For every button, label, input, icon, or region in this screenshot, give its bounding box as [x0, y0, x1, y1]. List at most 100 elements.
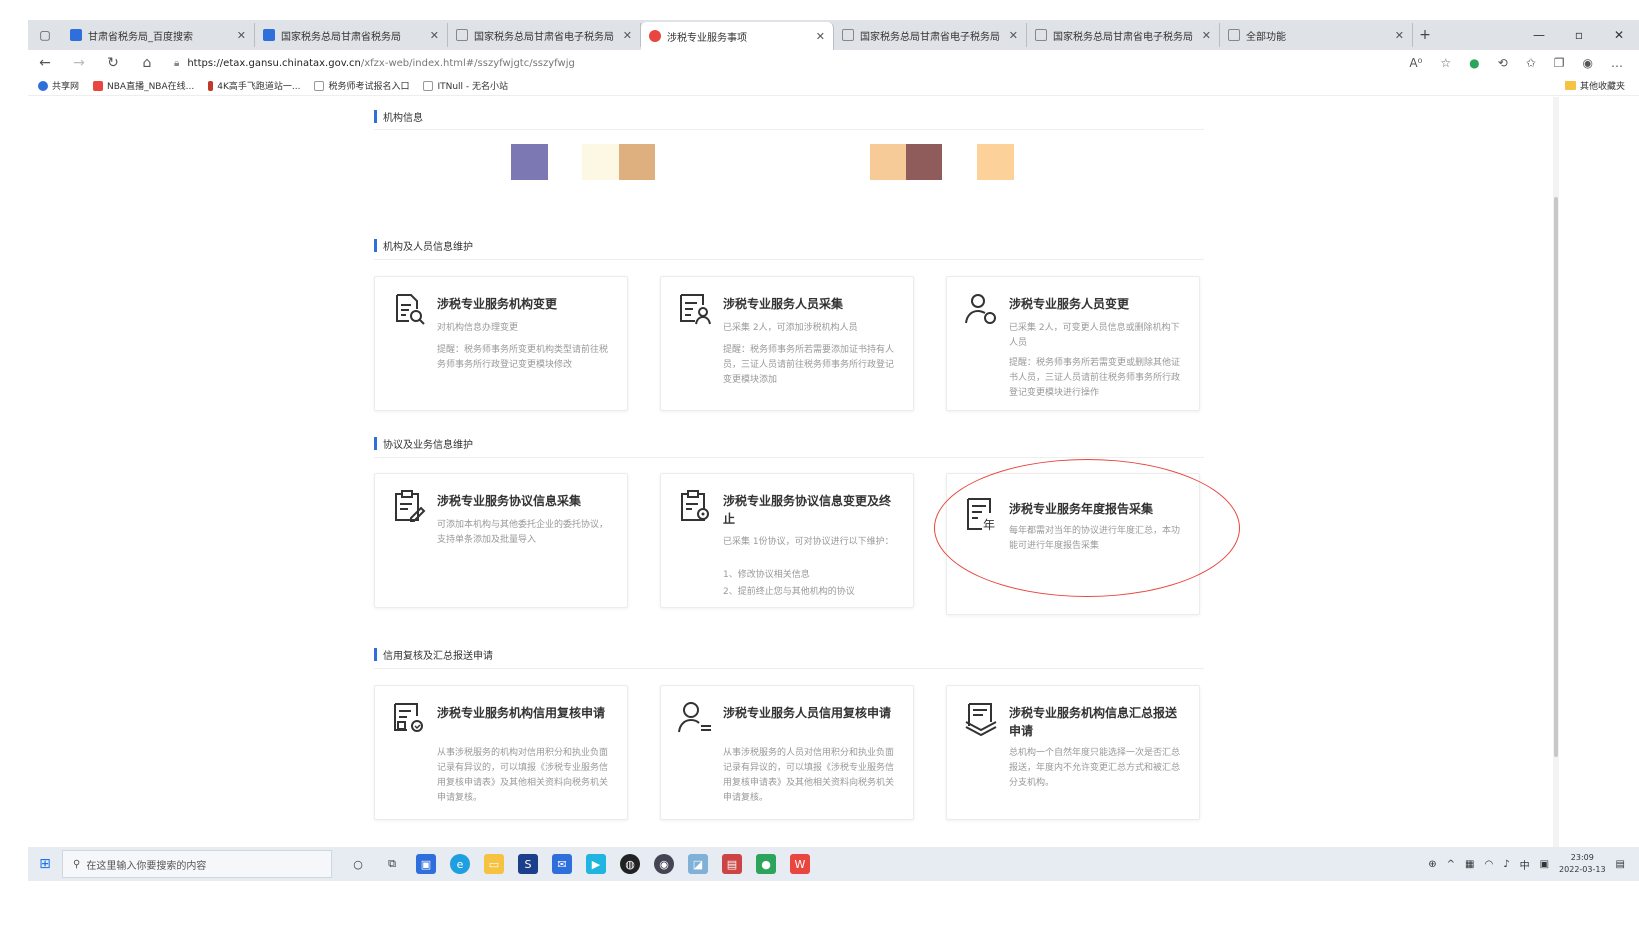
tab-close-icon[interactable]: ✕	[1009, 29, 1018, 42]
redacted-block	[582, 144, 619, 180]
browser-tab-bar: ▢ 甘肃省税务局_百度搜索 ✕ 国家税务总局甘肃省税务局 ✕ 国家税务总局甘肃省电子…	[28, 20, 1639, 50]
address-bar: ← → ↻ ⌂ 🔒︎ https://etax.gansu.chinatax.g…	[28, 50, 1639, 76]
tab-close-icon[interactable]: ✕	[237, 29, 246, 42]
tab-close-icon[interactable]: ✕	[1202, 29, 1211, 42]
notification-icon[interactable]: ▤	[1616, 859, 1625, 870]
close-window-icon[interactable]: ✕	[1599, 28, 1639, 42]
scrollbar-thumb[interactable]	[1554, 197, 1558, 757]
url-field[interactable]: 🔒︎ https://etax.gansu.chinatax.gov.cn /x…	[174, 53, 1409, 73]
card-staff-collect[interactable]: 涉税专业服务人员采集 已采集 2人，可添加涉税机构人员 提醒：税务师事务所若需要…	[660, 276, 914, 411]
refresh-icon[interactable]: ↻	[96, 55, 130, 71]
windows-start-icon[interactable]: ⊞	[28, 856, 62, 872]
wechat-icon[interactable]: ●	[756, 854, 776, 874]
tab-close-icon[interactable]: ✕	[623, 29, 632, 42]
video-icon[interactable]: ▶	[586, 854, 606, 874]
network-icon[interactable]: ⊕	[1428, 859, 1436, 870]
card-desc: 从事涉税服务的人员对信用积分和执业负面记录有异议的，可以填报《涉税专业服务信用复…	[723, 748, 895, 803]
card-staff-change[interactable]: 涉税专业服务人员变更 已采集 2人，可变更人员信息或删除机构下人员 提醒：税务师…	[946, 276, 1200, 411]
card-note: 提醒：税务师事务所变更机构类型请前往税务师事务所行政登记变更模块修改	[437, 345, 609, 370]
app-chat-icon[interactable]: ◪	[688, 854, 708, 874]
card-staff-credit-review[interactable]: 涉税专业服务人员信用复核申请 从事涉税服务的人员对信用积分和执业负面记录有异议的…	[660, 685, 914, 820]
edge-icon[interactable]: e	[450, 854, 470, 874]
extension-icon[interactable]: ●	[1469, 56, 1479, 70]
taskbar: ⊞ ⚲ 在这里输入你要搜索的内容 ○ ⧉ ▣ e ▭ S ✉ ▶ ◍ ◉ ◪ ▤…	[28, 847, 1639, 881]
card-agreement-collect[interactable]: 涉税专业服务协议信息采集 可添加本机构与其他委托企业的委托协议，支持单条添加及批…	[374, 473, 628, 608]
bookmark-favicon-icon	[208, 80, 214, 91]
document-stack-icon	[965, 703, 997, 736]
card-org-credit-review[interactable]: 涉税专业服务机构信用复核申请 从事涉税服务的机构对信用积分和执业负面记录有异议的…	[374, 685, 628, 820]
mail-icon[interactable]: ✉	[552, 854, 572, 874]
app-media-icon[interactable]: ▤	[722, 854, 742, 874]
tab-close-icon[interactable]: ✕	[430, 29, 439, 42]
card-title: 涉税专业服务人员信用复核申请	[723, 706, 892, 720]
bookmark-favicon-icon	[314, 80, 325, 91]
bookmark-item[interactable]: NBA直播_NBA在线...	[93, 79, 194, 92]
card-agreement-change[interactable]: 涉税专业服务协议信息变更及终止 已采集 1份协议，可对协议进行以下维护： 1、修…	[660, 473, 914, 608]
browser-tab-active[interactable]: 涉税专业服务事项 ✕	[641, 22, 834, 50]
card-org-change[interactable]: 涉税专业服务机构变更 对机构信息办理变更 提醒：税务师事务所变更机构类型请前往税…	[374, 276, 628, 411]
card-title: 涉税专业服务协议信息采集	[437, 494, 582, 508]
tray-expand-icon[interactable]: ^	[1447, 859, 1455, 870]
app-globe-icon[interactable]: ◉	[654, 854, 674, 874]
ime-indicator[interactable]: 中	[1520, 857, 1530, 872]
bookmark-favicon-icon	[93, 80, 104, 91]
more-icon[interactable]: …	[1611, 56, 1623, 70]
minimize-icon[interactable]: —	[1519, 28, 1559, 42]
tab-close-icon[interactable]: ✕	[1395, 29, 1404, 42]
bookmark-item[interactable]: 税务师考试报名入口	[314, 79, 409, 92]
forward-icon[interactable]: →	[62, 55, 96, 71]
extensions-icon[interactable]: ⟲	[1498, 56, 1508, 70]
wifi-icon[interactable]: ◠	[1484, 859, 1493, 870]
read-aloud-icon[interactable]: A⁰	[1409, 56, 1422, 70]
cortana-icon[interactable]: ○	[348, 854, 368, 874]
clock[interactable]: 23:09 2022-03-13	[1559, 852, 1606, 876]
home-icon[interactable]: ⌂	[130, 55, 164, 71]
tab-actions-icon[interactable]: ▢	[28, 28, 62, 42]
section-marker	[374, 648, 377, 661]
browser-tab[interactable]: 国家税务总局甘肃省税务局 ✕	[255, 23, 448, 47]
card-org-summary-report[interactable]: 涉税专业服务机构信息汇总报送申请 总机构一个自然年度只能选择一次是否汇总报送，年…	[946, 685, 1200, 820]
browser-tab[interactable]: 国家税务总局甘肃省电子税务局 ✕	[1027, 23, 1220, 47]
window-controls: — ▫ ✕	[1519, 28, 1639, 42]
profile-icon[interactable]: ◉	[1583, 56, 1593, 70]
task-view-icon[interactable]: ⧉	[382, 854, 402, 874]
back-icon[interactable]: ←	[28, 55, 62, 71]
add-favorite-icon[interactable]: ☆	[1440, 56, 1451, 70]
ime-mode-icon[interactable]: ▣	[1540, 859, 1549, 870]
browser-tab[interactable]: 国家税务总局甘肃省电子税务局 ✕	[834, 23, 1027, 47]
app-s-icon[interactable]: S	[518, 854, 538, 874]
folder-icon	[1564, 81, 1576, 90]
url-host: https://etax.gansu.chinatax.gov.cn	[187, 57, 361, 69]
other-bookmarks[interactable]: 其他收藏夹	[1564, 79, 1625, 92]
favorites-icon[interactable]: ✩	[1526, 56, 1536, 70]
highlight-circle	[934, 459, 1240, 597]
taskbar-search-input[interactable]: ⚲ 在这里输入你要搜索的内容	[62, 850, 332, 878]
collections-icon[interactable]: ❐	[1554, 56, 1565, 70]
store-icon[interactable]: ▣	[416, 854, 436, 874]
section-divider	[374, 668, 1204, 669]
browser-tab[interactable]: 国家税务总局甘肃省电子税务局 ✕	[448, 23, 641, 47]
card-desc: 已采集 2人，可变更人员信息或删除机构下人员	[1009, 323, 1180, 348]
tray-app-icon[interactable]: ▦	[1465, 859, 1474, 870]
volume-icon[interactable]: ♪	[1503, 859, 1509, 870]
card-desc: 对机构信息办理变更	[437, 323, 519, 333]
bookmarks-bar: 共享网 NBA直播_NBA在线... 4K高手飞跑道站一... 税务师考试报名入…	[28, 76, 1639, 96]
new-tab-icon[interactable]: +	[1413, 27, 1437, 43]
url-path: /xfzx-web/index.html#/sszyfwjgtc/sszyfwj…	[360, 57, 575, 69]
browser-tab[interactable]: 甘肃省税务局_百度搜索 ✕	[62, 23, 255, 47]
section-marker	[374, 437, 377, 450]
maximize-icon[interactable]: ▫	[1559, 28, 1599, 42]
tab-close-icon[interactable]: ✕	[816, 30, 825, 43]
card-title: 涉税专业服务机构信用复核申请	[437, 706, 606, 720]
clipboard-settings-icon	[681, 490, 709, 521]
bookmark-item[interactable]: 4K高手飞跑道站一...	[208, 79, 300, 92]
bookmark-item[interactable]: ITNull - 无名小站	[423, 79, 508, 92]
wps-icon[interactable]: W	[790, 854, 810, 874]
bookmark-item[interactable]: 共享网	[38, 79, 79, 92]
card-note: 2、提前终止您与其他机构的协议	[723, 587, 855, 597]
app-swirl-icon[interactable]: ◍	[620, 854, 640, 874]
page-scrollbar[interactable]	[1553, 97, 1559, 847]
card-desc: 可添加本机构与其他委托企业的委托协议，支持单条添加及批量导入	[437, 520, 609, 545]
browser-tab[interactable]: 全部功能 ✕	[1220, 23, 1413, 47]
file-explorer-icon[interactable]: ▭	[484, 854, 504, 874]
